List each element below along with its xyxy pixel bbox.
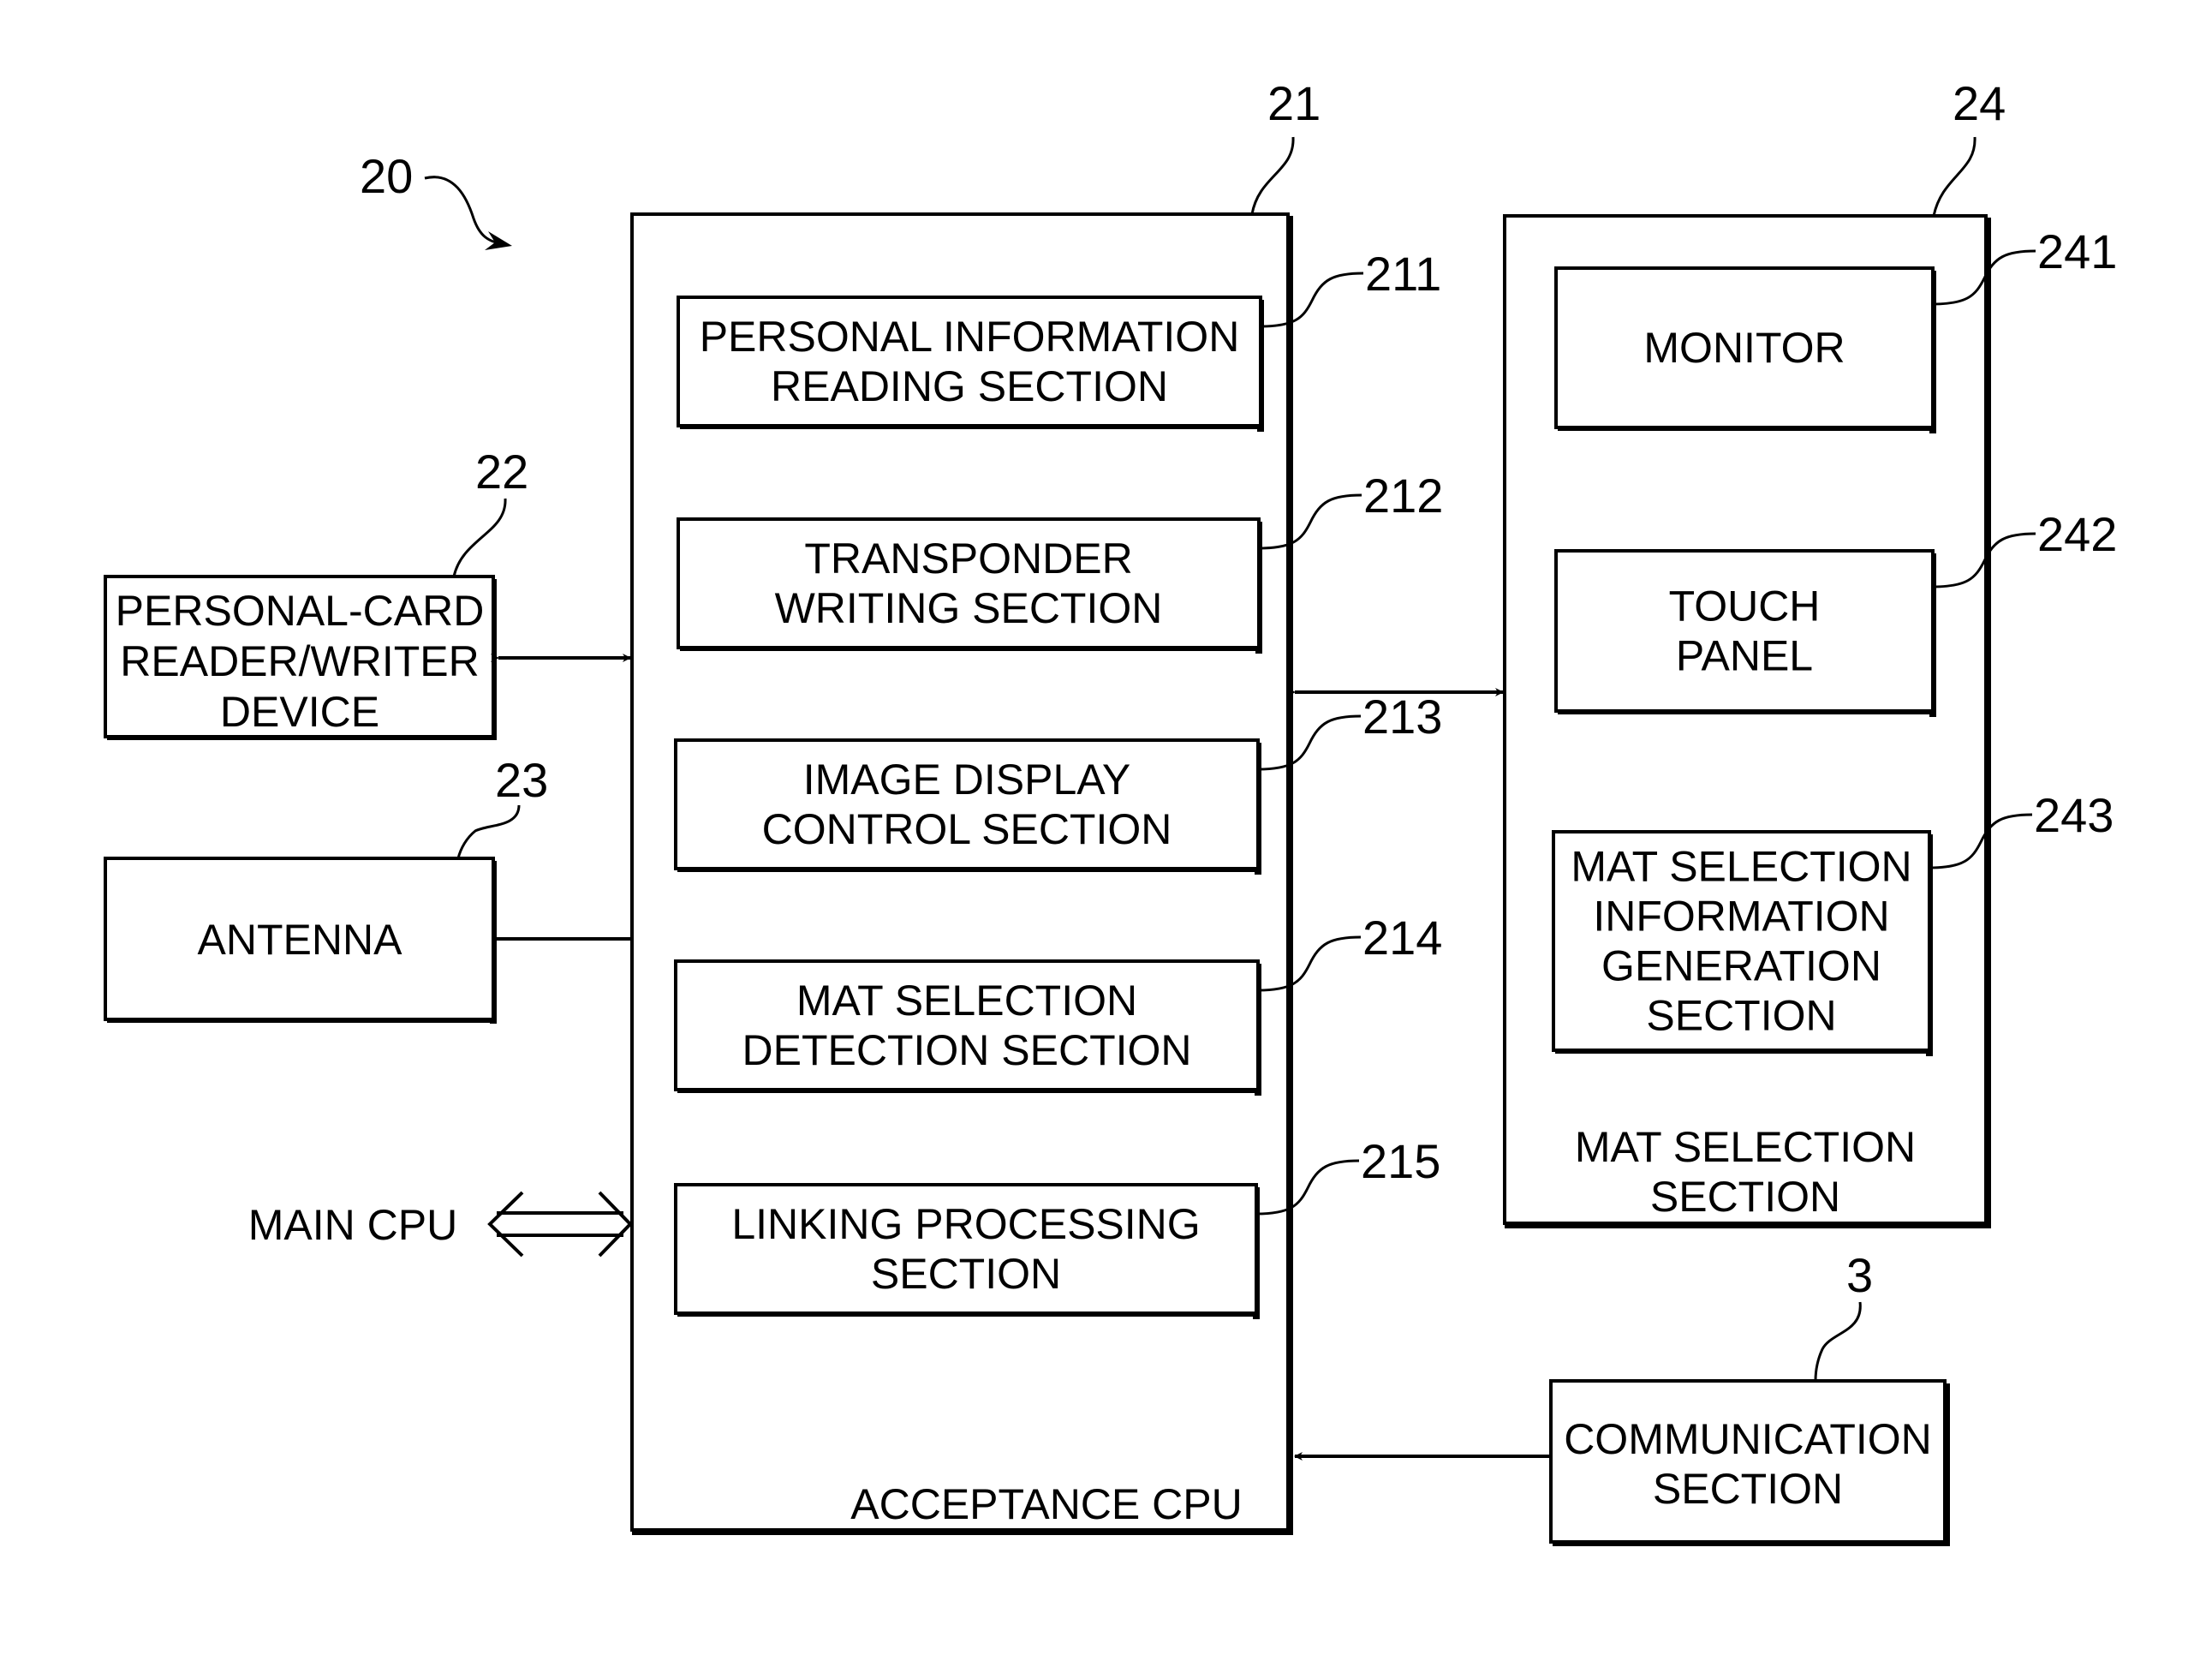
- linking-processing-section-label-line-1: LINKING PROCESSING: [731, 1200, 1200, 1248]
- communication-section-reference: 3: [1846, 1248, 1873, 1302]
- mat-selection-section-reference: 24: [1953, 76, 2006, 130]
- personal-information-reading-section-block: PERSONAL INFORMATIONREADING SECTION: [677, 296, 1264, 432]
- communication-section-leader: [1814, 1301, 1862, 1382]
- transponder-writing-section-reference: 212: [1363, 469, 1443, 523]
- card-reader-reference: 22: [475, 445, 528, 499]
- antenna-label: ANTENNA: [198, 916, 403, 964]
- touch-panel-reference: 242: [2037, 507, 2117, 561]
- main-cpu-double-arrow: [487, 1191, 633, 1258]
- mat-selection-information-generation-section-label-line-1: MAT SELECTION: [1571, 843, 1911, 891]
- acceptance-cpu-leader: [1250, 136, 1295, 215]
- main-cpu-label: MAIN CPU: [248, 1201, 457, 1249]
- mat-selection-information-generation-section-label-line-2: INFORMATION: [1593, 893, 1889, 941]
- mat-selection-information-generation-section-label-line-4: SECTION: [1646, 992, 1836, 1040]
- mat-selection-detection-section-block: MAT SELECTIONDETECTION SECTION: [674, 959, 1261, 1096]
- mat-selection-information-generation-section-block: MAT SELECTIONINFORMATIONGENERATIONSECTIO…: [1552, 830, 1933, 1056]
- image-display-control-section-reference: 213: [1362, 690, 1442, 744]
- card-reader-line-3: DEVICE: [220, 688, 379, 736]
- figure-reference-label: 20: [360, 149, 413, 203]
- transponder-writing-section-label-line-2: WRITING SECTION: [775, 584, 1163, 632]
- mat-selection-section-leader: [1932, 136, 1976, 217]
- card-reader-line-2: READER/WRITER: [120, 637, 479, 685]
- communication-section-line-1: COMMUNICATION: [1564, 1415, 1932, 1463]
- image-display-control-section-block: IMAGE DISPLAYCONTROL SECTION: [674, 738, 1261, 875]
- figure-reference-leader: [424, 176, 506, 246]
- mat-selection-information-generation-section-label-line-3: GENERATION: [1601, 942, 1881, 990]
- card-reader-leader: [452, 498, 507, 577]
- linking-processing-section-reference: 215: [1361, 1134, 1440, 1188]
- touch-panel-block: TOUCHPANEL: [1554, 549, 1936, 717]
- communication-section-block: COMMUNICATION SECTION: [1549, 1379, 1950, 1546]
- communication-section-line-2: SECTION: [1653, 1465, 1843, 1513]
- mat-selection-detection-section-label-line-1: MAT SELECTION: [796, 977, 1137, 1025]
- image-display-control-section-label-line-1: IMAGE DISPLAY: [803, 756, 1131, 804]
- monitor-block: MONITOR: [1554, 266, 1936, 433]
- touch-panel-label-line-2: PANEL: [1676, 632, 1813, 680]
- mat-selection-section-label-line-1: MAT SELECTION: [1575, 1123, 1916, 1171]
- mat-selection-section-label-line-2: SECTION: [1650, 1173, 1840, 1221]
- card-reader-line-1: PERSONAL-CARD: [116, 587, 485, 635]
- antenna-block: ANTENNA: [104, 857, 497, 1024]
- touch-panel-label-line-1: TOUCH: [1669, 583, 1821, 630]
- monitor-reference: 241: [2037, 224, 2117, 278]
- acceptance-cpu-reference: 21: [1267, 76, 1321, 130]
- antenna-leader: [456, 804, 521, 859]
- image-display-control-section-label-line-2: CONTROL SECTION: [762, 805, 1172, 853]
- linking-processing-section-label-line-2: SECTION: [871, 1250, 1061, 1298]
- antenna-reference: 23: [495, 753, 548, 807]
- transponder-writing-section-block: TRANSPONDERWRITING SECTION: [677, 517, 1262, 654]
- acceptance-cpu-label: ACCEPTANCE CPU: [850, 1480, 1242, 1528]
- mat-selection-information-generation-section-reference: 243: [2034, 788, 2114, 842]
- personal-information-reading-section-reference: 211: [1365, 247, 1441, 301]
- personal-information-reading-section-label-line-1: PERSONAL INFORMATION: [700, 313, 1240, 361]
- personal-information-reading-section-label-line-2: READING SECTION: [771, 362, 1168, 410]
- transponder-writing-section-label-line-1: TRANSPONDER: [804, 535, 1132, 583]
- monitor-label-line-1: MONITOR: [1643, 324, 1845, 372]
- block-diagram: 20 ACCEPTANCE CPU 21 PERSONAL INFORMATIO…: [104, 76, 2117, 1546]
- card-reader-block: PERSONAL-CARD READER/WRITER DEVICE: [104, 575, 497, 740]
- linking-processing-section-block: LINKING PROCESSINGSECTION: [674, 1183, 1260, 1319]
- mat-selection-detection-section-reference: 214: [1362, 911, 1442, 965]
- mat-selection-detection-section-label-line-2: DETECTION SECTION: [742, 1026, 1191, 1074]
